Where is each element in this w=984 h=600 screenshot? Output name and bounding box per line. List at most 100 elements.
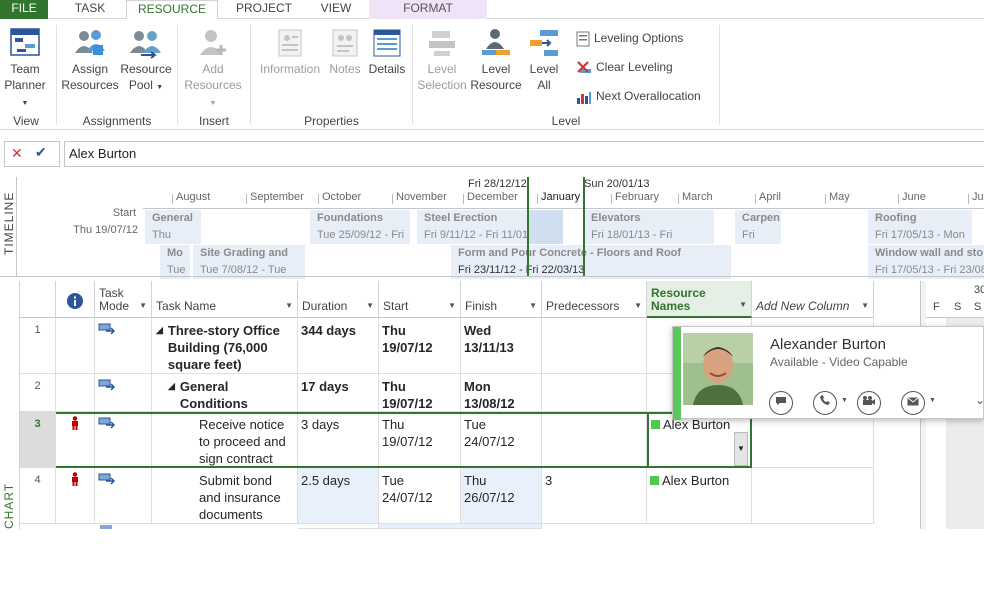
tab-file[interactable]: FILE [0, 0, 48, 19]
task-name-cell[interactable]: ◢ General Conditions [152, 374, 298, 412]
assign-resources-button[interactable]: Assign Resources [60, 27, 120, 93]
timeline-bar[interactable]: Foundations Tue 25/09/12 - Fri [310, 210, 410, 244]
task-mode-cell[interactable] [95, 468, 152, 524]
tab-project[interactable]: PROJECT [226, 0, 302, 19]
timeline-bar[interactable]: Site Grading and Tue 7/08/12 - Tue [193, 245, 305, 279]
clear-leveling-button[interactable]: Clear Leveling [576, 58, 673, 76]
chevron-down-icon[interactable]: ▼ [366, 299, 374, 312]
task-name-header[interactable]: Task Name ▼ [152, 281, 298, 318]
cancel-entry-icon[interactable]: ✕ [11, 145, 23, 162]
new-column-cell[interactable] [752, 468, 874, 524]
resource-pool-button[interactable]: Resource Pool ▼ [118, 27, 174, 96]
task-name-cell[interactable]: Submit bond and insurance documents [152, 468, 298, 524]
add-resources-button[interactable]: Add Resources ▼ [180, 27, 246, 112]
team-planner-button[interactable]: Team Planner ▼ [0, 27, 50, 112]
duration-cell[interactable]: 344 days [298, 318, 379, 374]
chevron-down-icon[interactable]: ▼ [634, 299, 642, 312]
finish-cell[interactable]: Thu 26/07/12 [461, 468, 542, 524]
chevron-down-icon[interactable]: ▼ [841, 397, 848, 404]
new-column-cell[interactable] [752, 412, 874, 468]
timeline-bar[interactable]: General Thu [145, 210, 201, 244]
expand-card-icon[interactable]: ⌄ [975, 393, 984, 407]
start-cell[interactable]: Thu 19/07/12 [379, 412, 461, 468]
task-name-cell[interactable]: Receive notice to proceed and sign contr… [152, 412, 298, 468]
level-resource-button[interactable]: Level Resource [470, 27, 522, 93]
task-mode-cell[interactable] [95, 318, 152, 374]
chevron-down-icon[interactable]: ▼ [861, 299, 869, 312]
entry-input[interactable]: Alex Burton [64, 141, 984, 167]
timeline-bar[interactable]: Window wall and sto Fri 17/05/13 - Fri 23… [868, 245, 984, 279]
resource-dropdown-button[interactable]: ▼ [734, 432, 748, 466]
resource-names-header[interactable]: Resource Names ▼ [647, 281, 752, 318]
duration-header[interactable]: Duration ▼ [298, 281, 379, 318]
row-number[interactable]: 3 [20, 412, 56, 468]
timeline-marker-line-1[interactable] [527, 177, 529, 277]
next-overallocation-button[interactable]: Next Overallocation [576, 87, 701, 105]
duration-cell[interactable]: 3 days [298, 412, 379, 468]
tab-task[interactable]: TASK [56, 0, 124, 19]
tab-format[interactable]: FORMAT [369, 0, 487, 19]
indicators-header[interactable] [56, 281, 95, 318]
timeline-marker-line-2[interactable] [583, 177, 585, 277]
task-name-cell[interactable]: ◢ Three-story Office Building (76,000 squ… [152, 318, 298, 374]
call-button[interactable] [813, 391, 837, 415]
predecessors-header[interactable]: Predecessors ▼ [542, 281, 647, 318]
leveling-options-button[interactable]: Leveling Options [576, 29, 683, 47]
indicator-cell[interactable] [56, 412, 95, 468]
tab-resource[interactable]: RESOURCE [126, 0, 218, 20]
im-button[interactable] [769, 391, 793, 415]
predecessors-cell[interactable]: 3 [542, 468, 647, 524]
timeline-bar[interactable]: Elevators Fri 18/01/13 - Fri [584, 210, 714, 244]
tab-view[interactable]: VIEW [308, 0, 364, 19]
resource-names-cell-selected[interactable]: Alex Burton ▼ [647, 412, 752, 468]
task-mode-cell[interactable] [95, 412, 152, 468]
notes-button[interactable]: Notes [326, 27, 364, 77]
row-number[interactable]: 2 [20, 374, 56, 412]
timeline-bar[interactable]: Mo Tue [160, 245, 190, 279]
email-button[interactable] [901, 391, 925, 415]
chevron-down-icon[interactable]: ▼ [529, 299, 537, 312]
gantt-timescale[interactable]: 30 F S S [926, 281, 984, 318]
timeline-bar[interactable]: Roofing Fri 17/05/13 - Mon [868, 210, 972, 244]
group-label-level: Level [551, 114, 581, 128]
finish-cell[interactable]: Wed 13/11/13 [461, 318, 542, 374]
finish-cell[interactable]: Mon 13/08/12 [461, 374, 542, 412]
collapse-triangle-icon[interactable]: ◢ [156, 322, 163, 373]
chevron-down-icon[interactable]: ▼ [285, 299, 293, 312]
task-mode-header[interactable]: Task Mode ▼ [95, 281, 152, 318]
finish-header[interactable]: Finish ▼ [461, 281, 542, 318]
timeline-pane[interactable]: TIMELINE Fri 28/12/12 Sun 20/01/13 Augus… [0, 177, 984, 279]
start-cell[interactable]: Tue 24/07/12 [379, 468, 461, 524]
chevron-down-icon[interactable]: ▼ [929, 397, 936, 404]
start-cell[interactable]: Thu 19/07/12 [379, 318, 461, 374]
chevron-down-icon[interactable]: ▼ [139, 299, 147, 312]
timeline-bar[interactable]: Form and Pour Concrete - Floors and Roof… [451, 245, 731, 279]
duration-cell[interactable]: 2.5 days [298, 468, 379, 524]
row-number[interactable]: 4 [20, 468, 56, 524]
start-header[interactable]: Start ▼ [379, 281, 461, 318]
start-cell[interactable]: Thu 19/07/12 [379, 374, 461, 412]
predecessors-cell[interactable] [542, 412, 647, 468]
information-button[interactable]: Information [254, 27, 326, 77]
collapse-triangle-icon[interactable]: ◢ [168, 378, 175, 411]
contact-card[interactable]: Alexander Burton Available - Video Capab… [672, 326, 984, 420]
row-number[interactable]: 1 [20, 318, 56, 374]
predecessors-cell[interactable] [542, 318, 647, 374]
row-header-corner[interactable] [20, 281, 56, 318]
chart-view-label[interactable]: CHART [2, 483, 16, 529]
details-button[interactable]: Details [366, 27, 408, 77]
timeline-bar[interactable]: Carpen Fri [735, 210, 781, 244]
resource-names-cell[interactable]: Alex Burton [647, 468, 752, 524]
duration-cell[interactable]: 17 days [298, 374, 379, 412]
level-selection-button[interactable]: Level Selection [414, 27, 470, 93]
predecessors-cell[interactable] [542, 374, 647, 412]
level-all-button[interactable]: Level All [522, 27, 566, 93]
add-new-column-header[interactable]: Add New Column ▼ [752, 281, 874, 318]
finish-cell[interactable]: Tue 24/07/12 [461, 412, 542, 468]
confirm-entry-icon[interactable]: ✔ [35, 144, 47, 161]
video-button[interactable] [857, 391, 881, 415]
task-mode-cell[interactable] [95, 374, 152, 412]
chevron-down-icon[interactable]: ▼ [739, 298, 747, 311]
chevron-down-icon[interactable]: ▼ [448, 299, 456, 312]
indicator-cell[interactable] [56, 468, 95, 524]
